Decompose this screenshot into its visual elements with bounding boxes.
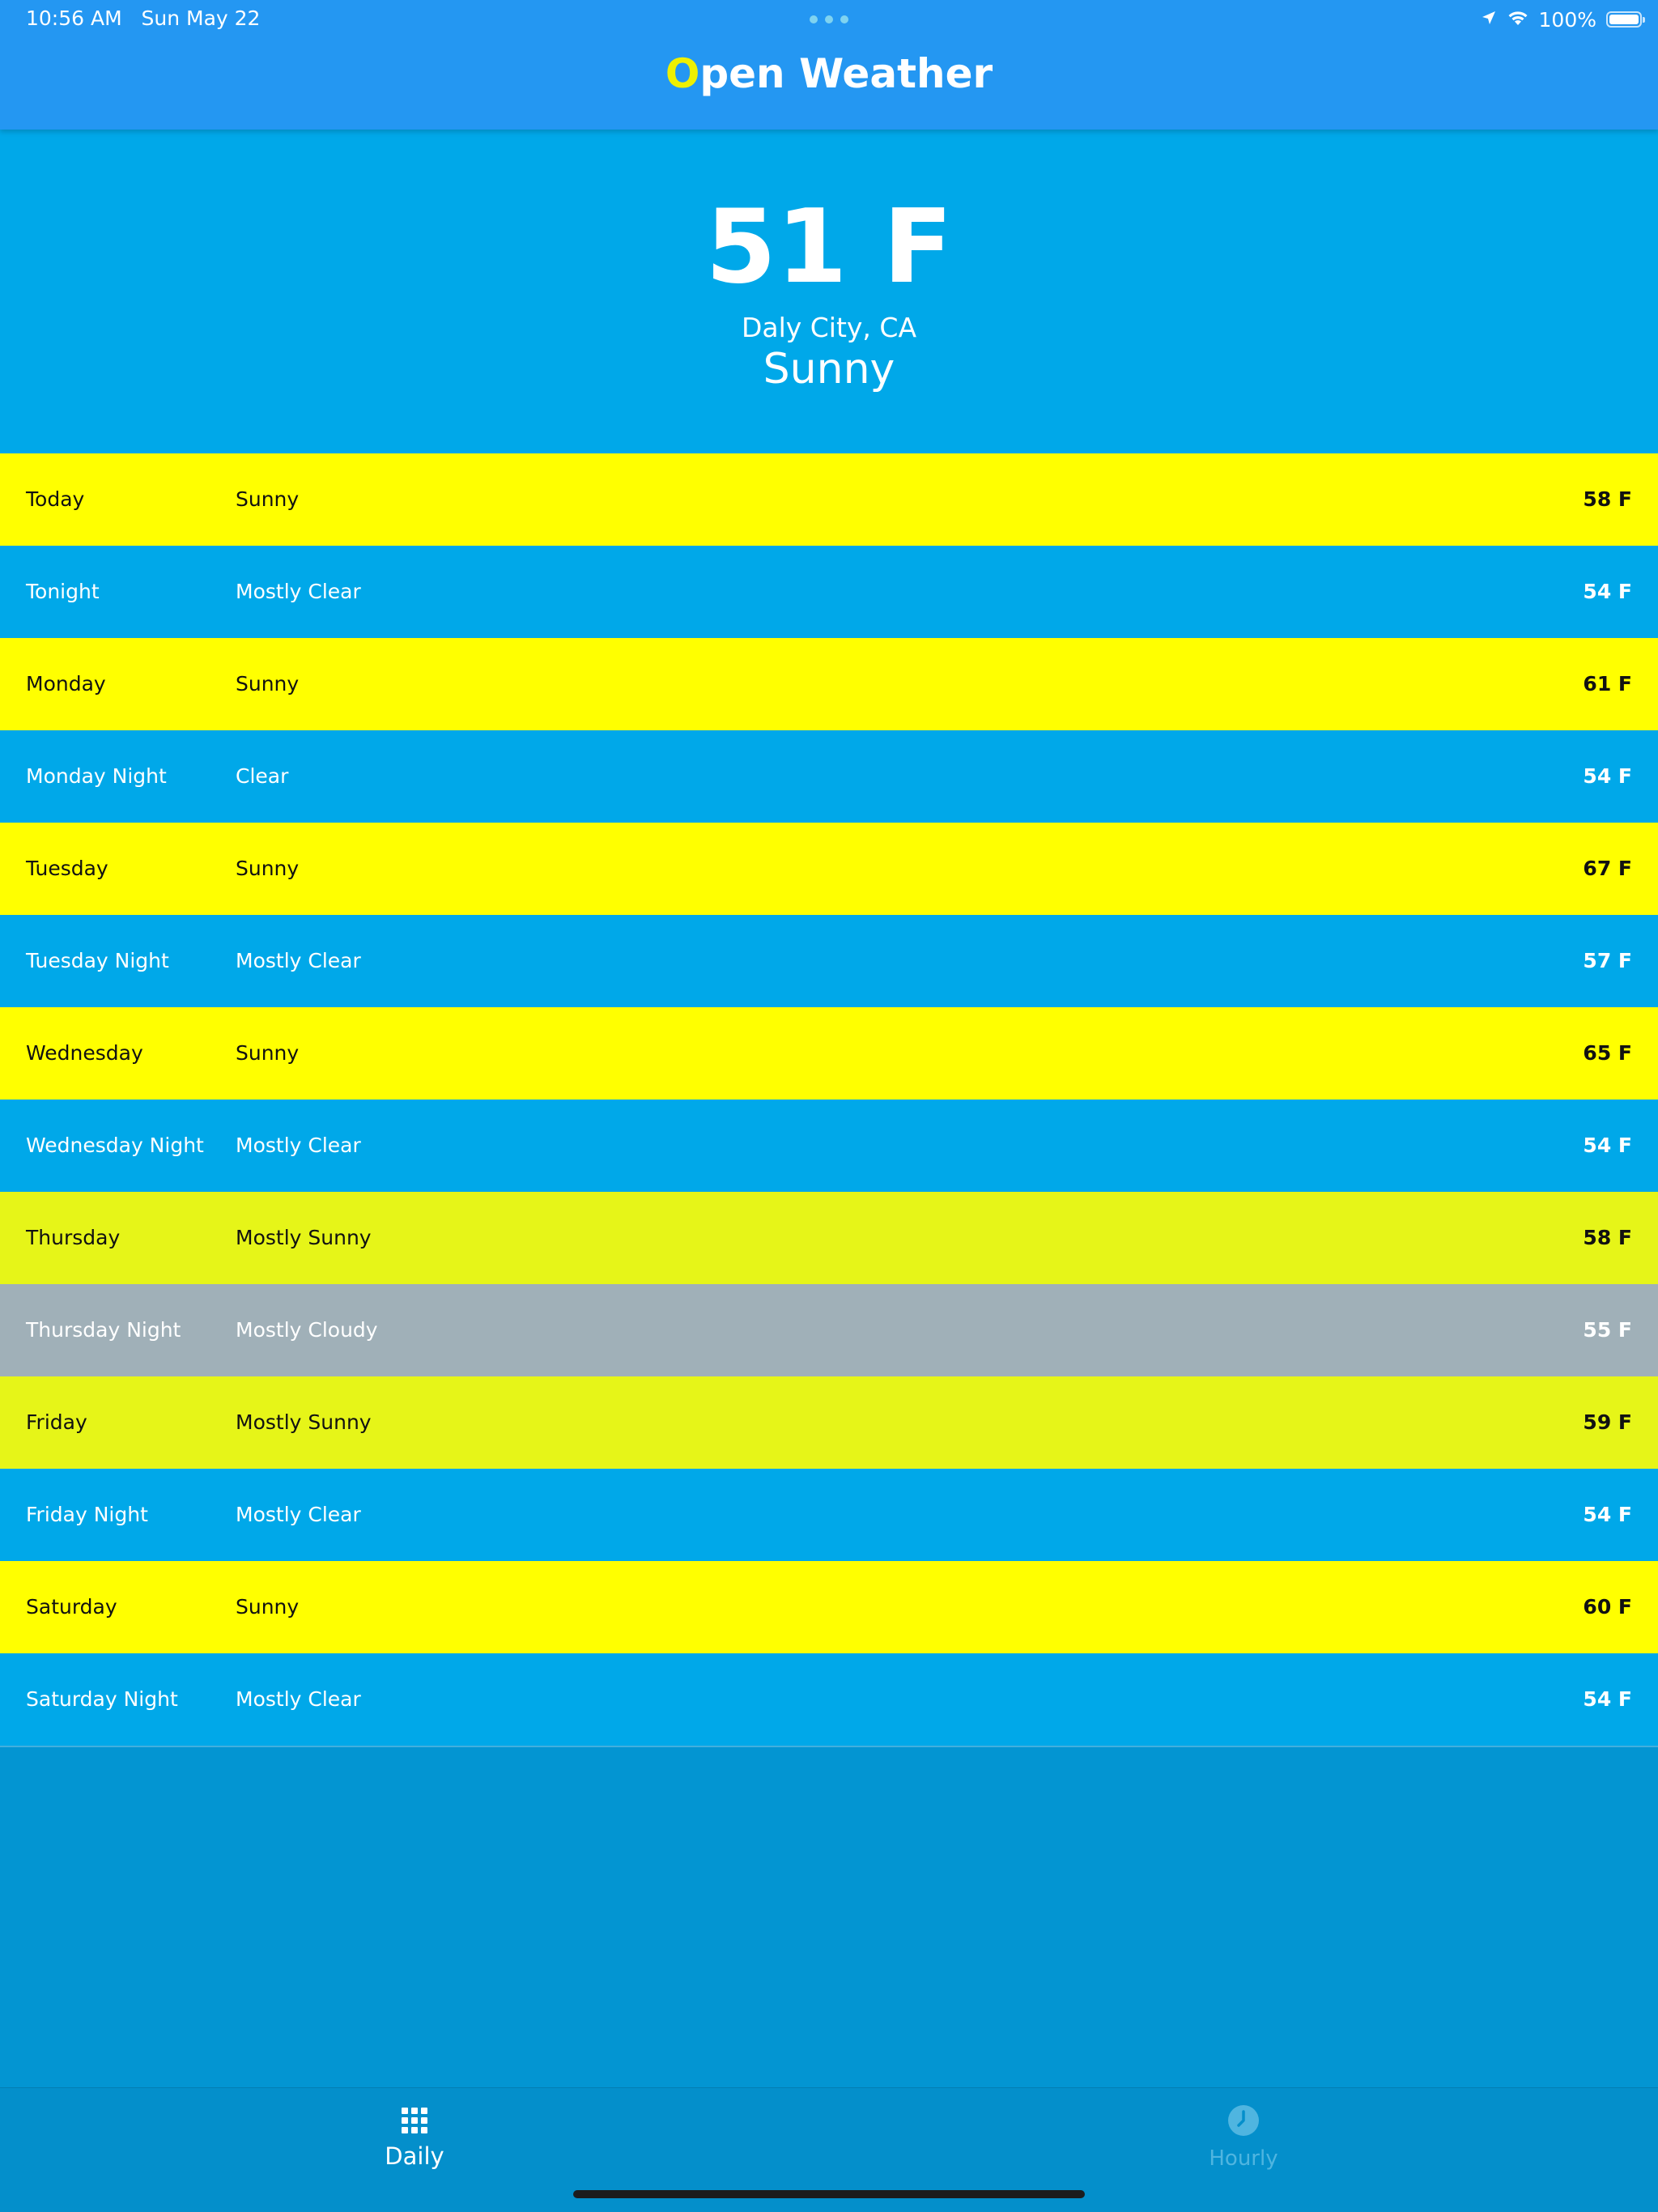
status-indicators: 100% <box>1481 6 1645 32</box>
forecast-period: Tuesday <box>26 857 108 880</box>
forecast-list[interactable]: Today Sunny 58 F Tonight Mostly Clear 54… <box>0 453 1658 1747</box>
forecast-period: Monday Night <box>26 764 167 788</box>
forecast-temperature: 67 F <box>1583 857 1632 880</box>
navigation-bar: 10:56 AM Sun May 22 100% Open Weather <box>0 0 1658 130</box>
forecast-row[interactable]: Friday Night Mostly Clear 54 F <box>0 1469 1658 1561</box>
forecast-condition: Sunny <box>236 487 300 511</box>
current-temperature: 51 F <box>705 187 953 306</box>
forecast-condition: Mostly Sunny <box>236 1226 372 1249</box>
forecast-condition: Mostly Cloudy <box>236 1318 378 1342</box>
forecast-temperature: 54 F <box>1583 580 1632 603</box>
forecast-period: Tuesday Night <box>26 949 169 972</box>
forecast-row[interactable]: Friday Mostly Sunny 59 F <box>0 1376 1658 1469</box>
forecast-row[interactable]: Tuesday Sunny 67 F <box>0 823 1658 915</box>
current-condition: Sunny <box>763 345 895 393</box>
forecast-period: Saturday Night <box>26 1687 178 1711</box>
forecast-temperature: 54 F <box>1583 1134 1632 1157</box>
forecast-temperature: 65 F <box>1583 1041 1632 1065</box>
forecast-period: Wednesday Night <box>26 1134 204 1157</box>
forecast-period: Thursday <box>26 1226 121 1249</box>
forecast-temperature: 58 F <box>1583 487 1632 511</box>
forecast-condition: Mostly Clear <box>236 580 361 603</box>
tab-daily[interactable]: Daily <box>0 2088 829 2177</box>
status-time: 10:56 AM Sun May 22 <box>26 6 261 30</box>
forecast-period: Friday Night <box>26 1503 148 1526</box>
app-window: 10:56 AM Sun May 22 100% Open Weather 51… <box>0 0 1658 2212</box>
battery-percentage: 100% <box>1538 7 1596 32</box>
list-divider <box>0 1746 1658 1747</box>
tab-hourly-label: Hourly <box>1209 2146 1278 2171</box>
wifi-icon <box>1507 9 1529 30</box>
multitasking-dots[interactable] <box>810 15 848 23</box>
forecast-row[interactable]: Monday Sunny 61 F <box>0 638 1658 730</box>
forecast-row[interactable]: Wednesday Sunny 65 F <box>0 1007 1658 1100</box>
app-title: Open Weather <box>0 53 1658 94</box>
forecast-period: Saturday <box>26 1595 117 1619</box>
forecast-row[interactable]: Today Sunny 58 F <box>0 453 1658 546</box>
forecast-temperature: 57 F <box>1583 949 1632 972</box>
battery-icon <box>1606 11 1645 28</box>
forecast-temperature: 55 F <box>1583 1318 1632 1342</box>
forecast-row[interactable]: Saturday Night Mostly Clear 54 F <box>0 1653 1658 1746</box>
forecast-row[interactable]: Tuesday Night Mostly Clear 57 F <box>0 915 1658 1007</box>
forecast-temperature: 54 F <box>1583 1503 1632 1526</box>
forecast-condition: Sunny <box>236 672 300 696</box>
forecast-condition: Mostly Clear <box>236 949 361 972</box>
forecast-temperature: 59 F <box>1583 1410 1632 1434</box>
forecast-condition: Sunny <box>236 857 300 880</box>
forecast-period: Monday <box>26 672 106 696</box>
forecast-condition: Mostly Sunny <box>236 1410 372 1434</box>
forecast-row[interactable]: Monday Night Clear 54 F <box>0 730 1658 823</box>
app-title-accent-letter: O <box>665 50 700 97</box>
forecast-condition: Mostly Clear <box>236 1134 361 1157</box>
forecast-temperature: 60 F <box>1583 1595 1632 1619</box>
forecast-temperature: 61 F <box>1583 672 1632 696</box>
forecast-row[interactable]: Tonight Mostly Clear 54 F <box>0 546 1658 638</box>
forecast-row[interactable]: Saturday Sunny 60 F <box>0 1561 1658 1653</box>
forecast-condition: Clear <box>236 764 289 788</box>
forecast-temperature: 58 F <box>1583 1226 1632 1249</box>
forecast-row[interactable]: Thursday Night Mostly Cloudy 55 F <box>0 1284 1658 1376</box>
forecast-period: Tonight <box>26 580 100 603</box>
tab-daily-label: Daily <box>385 2142 444 2170</box>
grid-icon <box>398 2104 431 2137</box>
tab-hourly[interactable]: Hourly <box>829 2088 1658 2177</box>
home-indicator[interactable] <box>573 2190 1085 2198</box>
forecast-temperature: 54 F <box>1583 1687 1632 1711</box>
forecast-condition: Sunny <box>236 1595 300 1619</box>
forecast-row[interactable]: Wednesday Night Mostly Clear 54 F <box>0 1100 1658 1192</box>
forecast-condition: Mostly Clear <box>236 1503 361 1526</box>
forecast-condition: Mostly Clear <box>236 1687 361 1711</box>
current-conditions: 51 F Daly City, CA Sunny <box>0 130 1658 453</box>
clock-icon <box>1227 2104 1260 2137</box>
forecast-row[interactable]: Thursday Mostly Sunny 58 F <box>0 1192 1658 1284</box>
forecast-condition: Sunny <box>236 1041 300 1065</box>
forecast-period: Wednesday <box>26 1041 143 1065</box>
forecast-period: Today <box>26 487 85 511</box>
location-arrow-icon <box>1481 10 1497 29</box>
current-location: Daly City, CA <box>741 312 917 343</box>
app-title-rest: pen Weather <box>699 50 993 97</box>
forecast-period: Thursday Night <box>26 1318 181 1342</box>
forecast-period: Friday <box>26 1410 87 1434</box>
forecast-temperature: 54 F <box>1583 764 1632 788</box>
